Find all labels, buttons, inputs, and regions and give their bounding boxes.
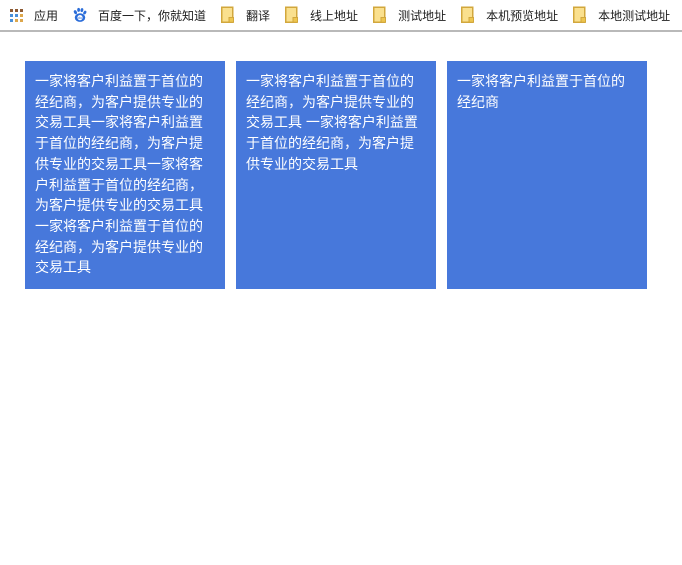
bookmark-item-label: 翻译 xyxy=(246,8,271,23)
broker-card-text: 一家将客户利益置于首位的 经纪商，为客户提供专业的 交易工具一家将客户利益置 于… xyxy=(35,73,203,276)
broker-card-text: 一家将客户利益置于首位的 经纪商，为客户提供专业的 交易工具 一家将客户利益置 … xyxy=(246,73,418,172)
bookmarks-bar: 应用 du 百度一下，你就知道 翻译 线上地址 测试地址 本机预览地址 本地测试地址 xyxy=(0,0,682,32)
bookmark-item-2[interactable]: 翻译 xyxy=(220,6,270,24)
bookmark-item-4[interactable]: 测试地址 xyxy=(372,6,446,24)
broker-card-3: 一家将客户利益置于首位的 经纪商 xyxy=(447,61,647,289)
bookmark-item-label: 应用 xyxy=(34,8,59,23)
bookmark-folder-icon xyxy=(220,6,236,24)
bookmark-folder-icon xyxy=(284,6,300,24)
bookmark-item-label: 测试地址 xyxy=(398,8,447,23)
bookmark-folder-icon xyxy=(372,6,388,24)
bookmark-item-5[interactable]: 本机预览地址 xyxy=(460,6,558,24)
bookmark-folder-icon xyxy=(460,6,476,24)
bookmark-item-label: 本机预览地址 xyxy=(486,8,559,23)
bookmark-item-label: 百度一下，你就知道 xyxy=(98,8,207,23)
broker-card-1: 一家将客户利益置于首位的 经纪商，为客户提供专业的 交易工具一家将客户利益置 于… xyxy=(25,61,225,289)
broker-card-text: 一家将客户利益置于首位的 经纪商 xyxy=(457,73,625,110)
bookmark-folder-icon xyxy=(572,6,588,24)
bookmark-item-0[interactable]: 应用 xyxy=(8,6,58,24)
broker-card-2: 一家将客户利益置于首位的 经纪商，为客户提供专业的 交易工具 一家将客户利益置 … xyxy=(236,61,436,289)
apps-grid-icon xyxy=(8,6,24,24)
bookmark-item-1[interactable]: du 百度一下，你就知道 xyxy=(72,6,206,24)
bookmark-item-3[interactable]: 线上地址 xyxy=(284,6,358,24)
bookmark-item-label: 本地测试地址 xyxy=(598,8,671,23)
cards-row: 一家将客户利益置于首位的 经纪商，为客户提供专业的 交易工具一家将客户利益置 于… xyxy=(25,61,682,289)
svg-text:du: du xyxy=(78,16,82,20)
bookmark-item-label: 线上地址 xyxy=(310,8,359,23)
baidu-paw-icon: du xyxy=(72,6,88,24)
bookmark-item-6[interactable]: 本地测试地址 xyxy=(572,6,670,24)
